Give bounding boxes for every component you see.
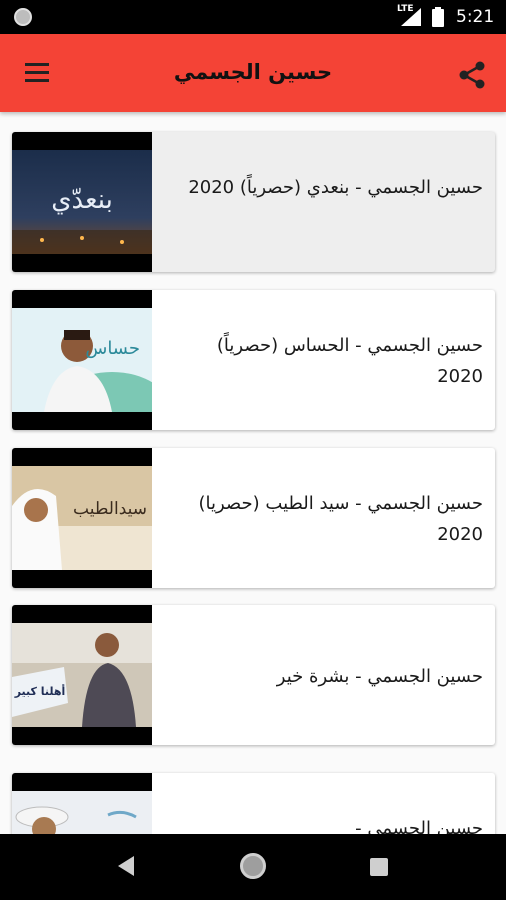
video-title: حسين الجسمي - سيد الطيب (حصريا) 2020 [198, 493, 483, 545]
thumbnail-caption: سيدالطيب [73, 499, 147, 519]
thumbnail-caption: أهلنا كبير [14, 684, 66, 698]
share-icon[interactable] [456, 59, 488, 91]
app-bar: حسين الجسمي [0, 34, 506, 112]
thumbnail-caption: بنعدّي [51, 185, 113, 215]
video-thumbnail: سيدالطيب [12, 448, 152, 588]
clock: 5:21 [456, 7, 495, 27]
video-card[interactable]: أهلنا كبير حسين الجسمي - بشرة خير [12, 605, 495, 745]
notification-icon [14, 8, 32, 26]
recent-apps-icon[interactable] [370, 858, 388, 876]
thumbnail-caption: حساس [85, 338, 140, 359]
navigation-bar [0, 834, 506, 900]
signal-icon [401, 8, 421, 26]
video-title: حسين الجسمي - [355, 818, 483, 834]
video-card[interactable]: سيدالطيب حسين الجسمي - سيد الطيب (حصريا)… [12, 448, 495, 588]
video-thumbnail: بنعدّي [12, 132, 152, 272]
video-title: حسين الجسمي - بنعدي (حصرياً) 2020 [188, 177, 483, 198]
video-list[interactable]: بنعدّي حسين الجسمي - بنعدي (حصرياً) 2020… [0, 112, 506, 834]
status-bar: LTE 5:21 [0, 0, 506, 34]
thumbnail-image: أهلنا كبير [12, 623, 152, 727]
video-thumbnail: أهلنا كبير [12, 605, 152, 745]
back-icon[interactable] [116, 854, 136, 878]
video-card[interactable]: حساس حسين الجسمي - الحساس (حصرياً) 2020 [12, 290, 495, 430]
video-card[interactable]: حسين الجسمي - [12, 773, 495, 834]
video-thumbnail: حساس [12, 290, 152, 430]
home-icon[interactable] [240, 853, 266, 879]
video-title: حسين الجسمي - الحساس (حصرياً) 2020 [216, 335, 483, 387]
battery-icon [432, 7, 444, 27]
thumbnail-image [12, 791, 152, 834]
video-title: حسين الجسمي - بشرة خير [276, 666, 483, 687]
video-thumbnail [12, 773, 152, 834]
video-card[interactable]: بنعدّي حسين الجسمي - بنعدي (حصرياً) 2020 [12, 132, 495, 272]
thumbnail-image: سيدالطيب [12, 466, 152, 570]
thumbnail-image: حساس [12, 308, 152, 412]
page-title: حسين الجسمي [173, 60, 333, 84]
thumbnail-image: بنعدّي [12, 150, 152, 254]
